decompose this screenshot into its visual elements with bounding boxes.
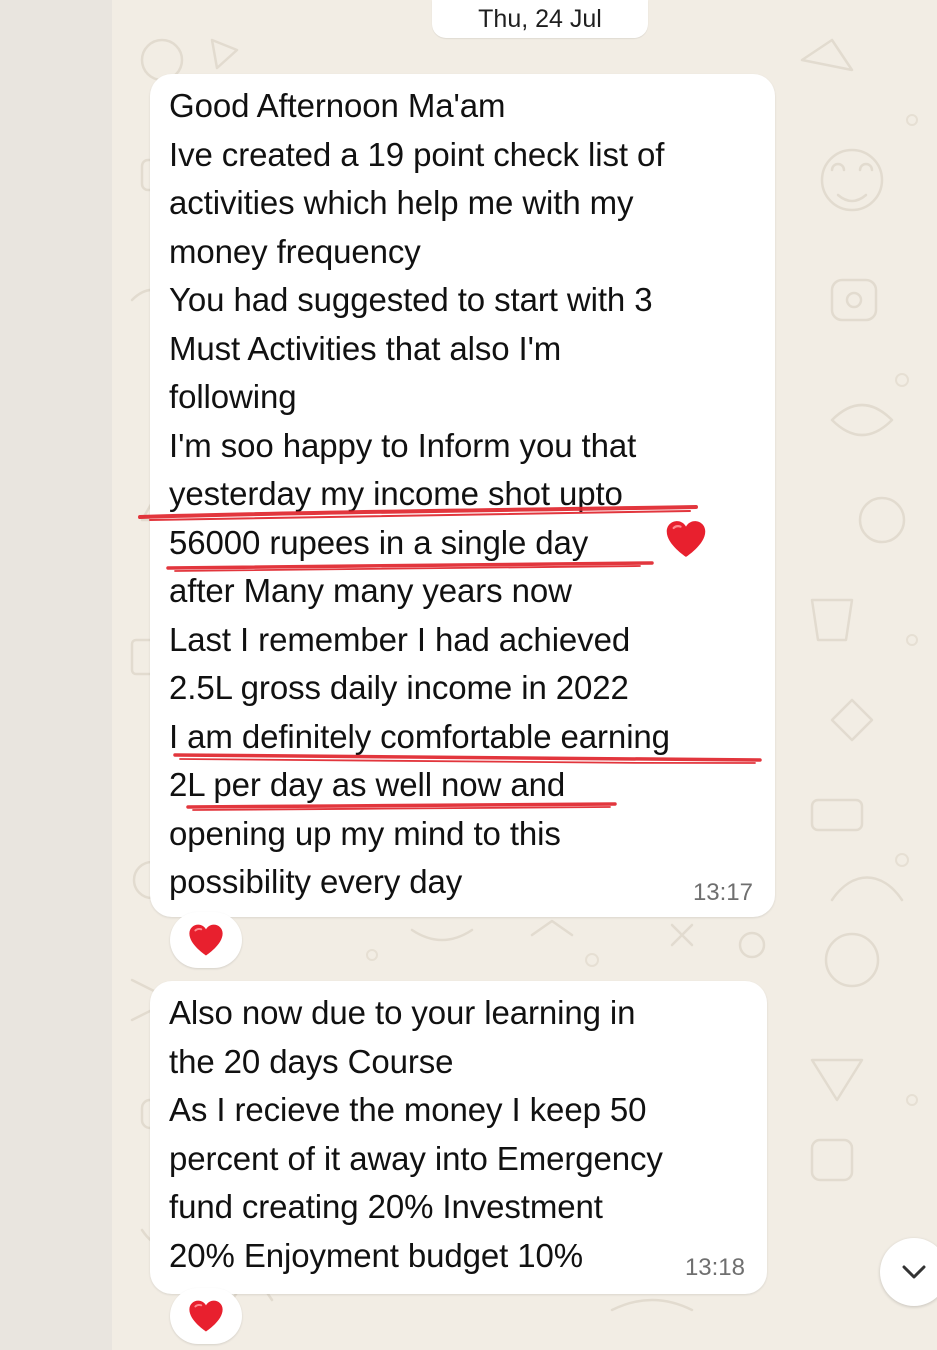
message-text: Good Afternoon Ma'am Ive created a 19 po… bbox=[169, 87, 670, 900]
message-timestamp: 13:17 bbox=[692, 879, 753, 906]
message-bubble[interactable]: Also now due to your learning in the 20 … bbox=[150, 981, 767, 1294]
chevron-down-icon bbox=[902, 1265, 926, 1279]
message-timestamp: 13:18 bbox=[684, 1254, 745, 1281]
message-reaction[interactable] bbox=[170, 1288, 242, 1344]
message-text: Also now due to your learning in the 20 … bbox=[169, 994, 663, 1274]
heart-emoji-icon bbox=[189, 1300, 223, 1332]
heart-emoji-icon bbox=[189, 924, 223, 956]
message-bubble[interactable]: Good Afternoon Ma'am Ive created a 19 po… bbox=[150, 74, 775, 917]
message-reaction[interactable] bbox=[170, 912, 242, 968]
side-panel bbox=[0, 0, 112, 1350]
date-separator: Thu, 24 Jul bbox=[432, 0, 648, 38]
heart-emoji-icon bbox=[666, 521, 706, 557]
